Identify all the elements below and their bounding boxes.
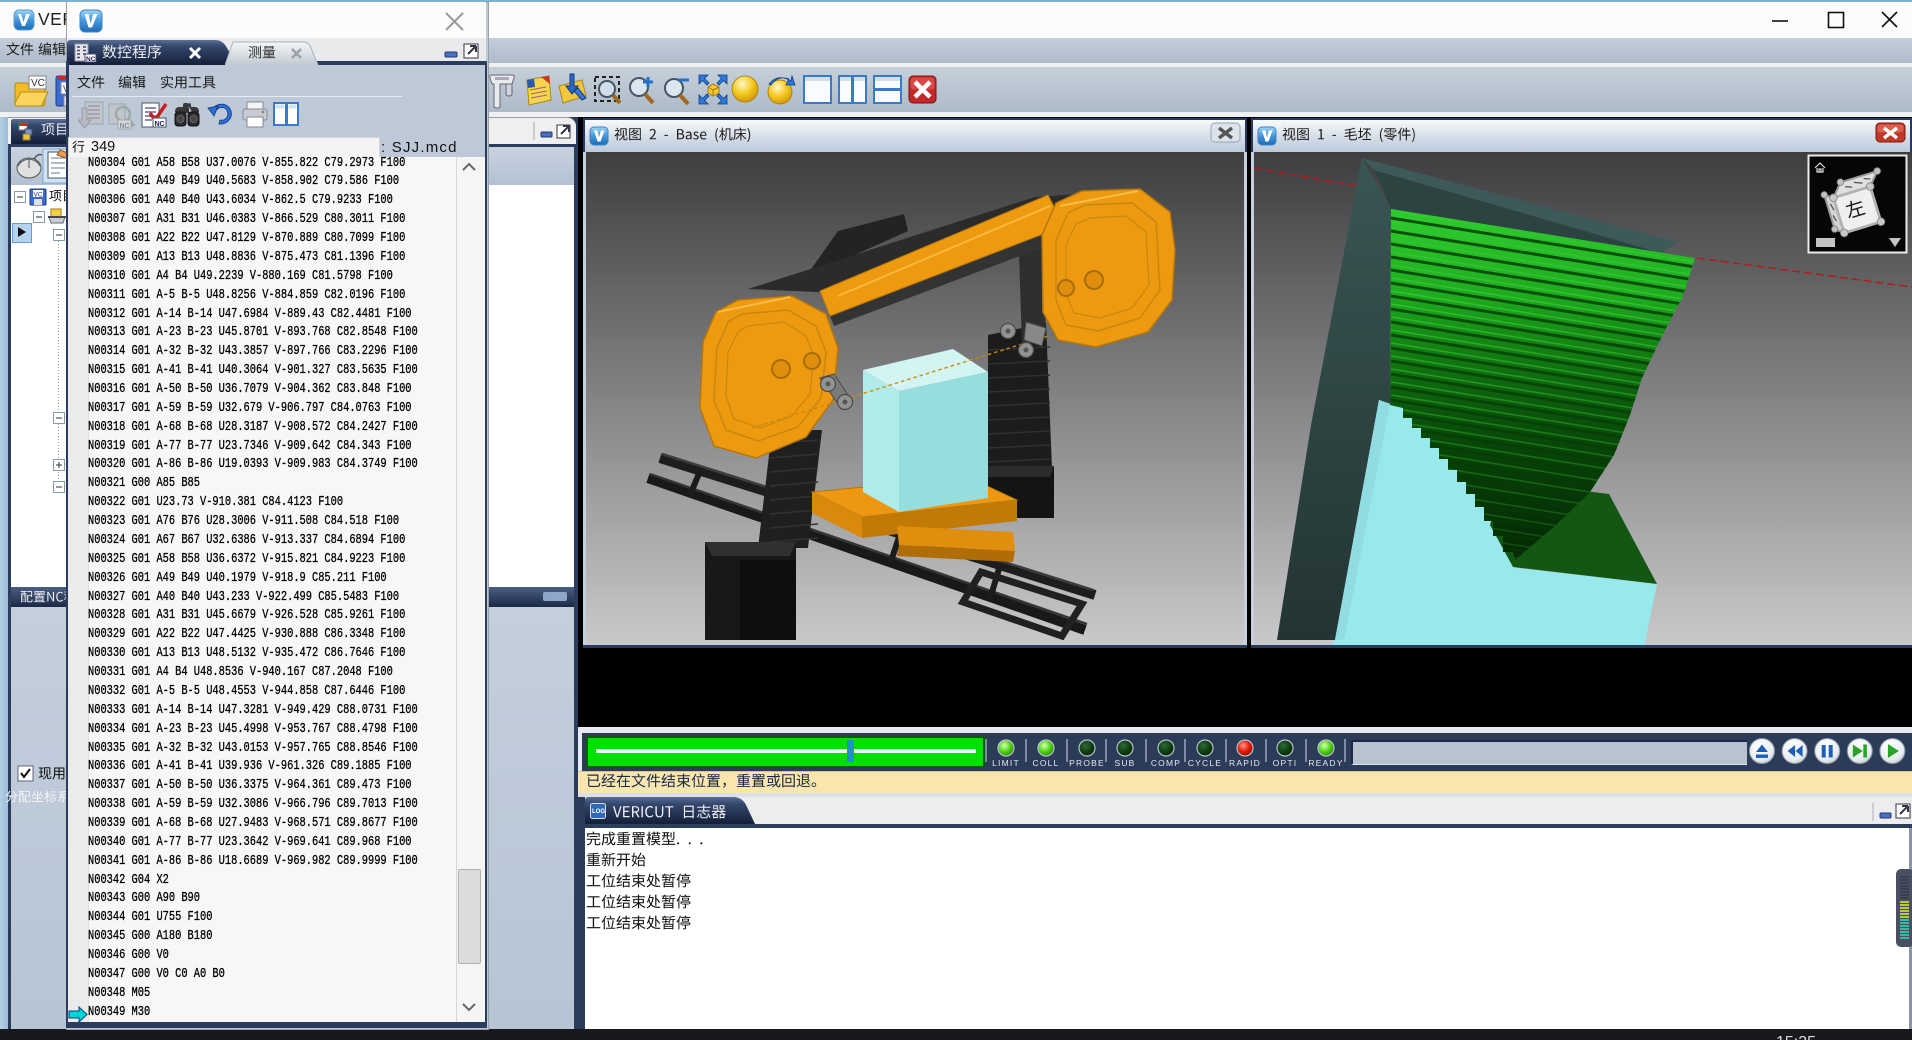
svg-text:SUB: SUB bbox=[1114, 758, 1135, 768]
svg-text:NC: NC bbox=[86, 56, 96, 63]
svg-text:OPTI: OPTI bbox=[1273, 758, 1298, 768]
svg-text:PROBE: PROBE bbox=[1069, 758, 1105, 768]
svg-text:LOG: LOG bbox=[592, 809, 605, 815]
svg-text:NC: NC bbox=[120, 123, 130, 130]
svg-text:CYCLE: CYCLE bbox=[1188, 758, 1222, 768]
svg-text:NC: NC bbox=[155, 121, 165, 128]
svg-text:VC: VC bbox=[31, 78, 45, 89]
svg-text:COLL: COLL bbox=[1032, 758, 1059, 768]
svg-text:COMP: COMP bbox=[1151, 758, 1181, 768]
svg-text:LIMIT: LIMIT bbox=[992, 758, 1020, 768]
svg-text:READY: READY bbox=[1308, 758, 1343, 768]
svg-text:RAPID: RAPID bbox=[1229, 758, 1261, 768]
